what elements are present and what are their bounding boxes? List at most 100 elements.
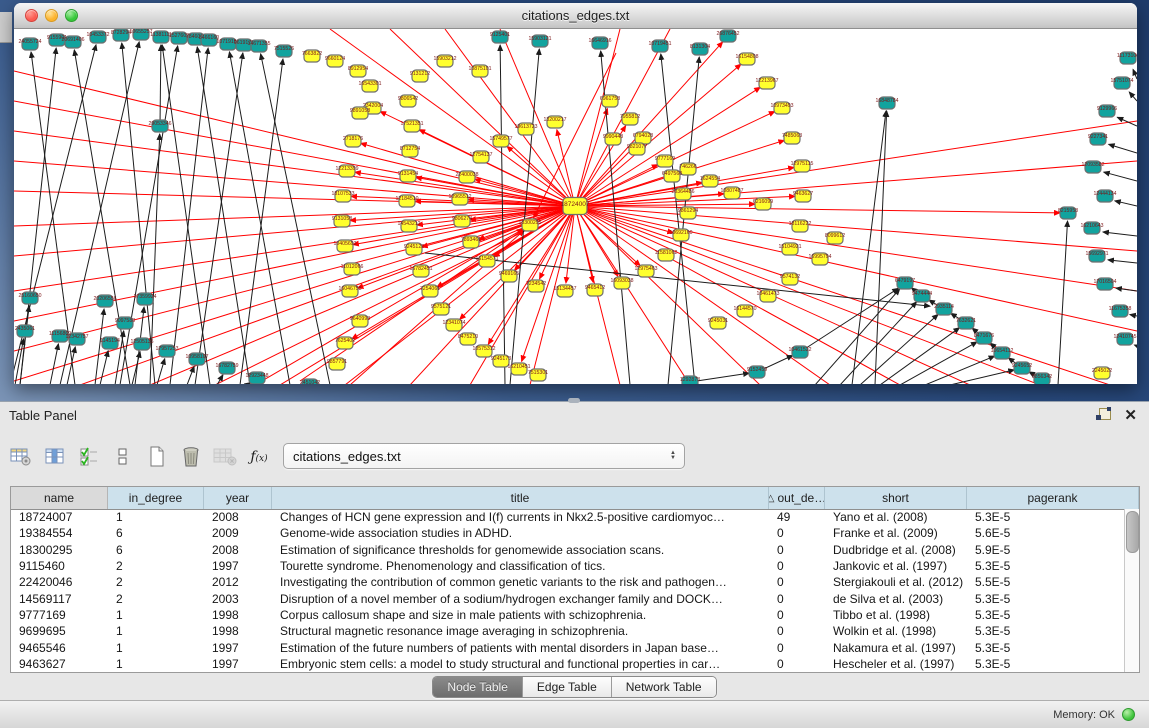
- cell-short[interactable]: Yano et al. (2008): [825, 510, 967, 524]
- cell-out_de[interactable]: 0: [769, 526, 825, 540]
- table-row[interactable]: 946362711997Embryonic stem cells: a mode…: [11, 656, 1124, 672]
- table-row[interactable]: 977716911998Corpus callosum shape and si…: [11, 607, 1124, 623]
- cell-year[interactable]: 1997: [204, 641, 272, 655]
- graph-edge[interactable]: [575, 206, 760, 384]
- column-header-pagerank[interactable]: pagerank: [967, 487, 1139, 509]
- cell-year[interactable]: 2008: [204, 510, 272, 524]
- column-header-title[interactable]: title: [272, 487, 769, 509]
- column-header-in_degree[interactable]: in_degree: [108, 487, 204, 509]
- cell-name[interactable]: 9777169: [11, 608, 108, 622]
- column-header-short[interactable]: short: [825, 487, 967, 509]
- cell-short[interactable]: Nakamura et al. (1997): [825, 641, 967, 655]
- tab-node-table[interactable]: Node Table: [433, 677, 523, 697]
- delete-table-icon[interactable]: [178, 444, 204, 470]
- cell-title[interactable]: Estimation of significance thresholds fo…: [272, 543, 769, 557]
- cell-out_de[interactable]: 0: [769, 575, 825, 589]
- cell-in_degree[interactable]: 1: [108, 657, 204, 671]
- table-settings-icon[interactable]: [8, 444, 34, 470]
- function-builder-icon[interactable]: ƒ(x): [246, 444, 272, 470]
- close-button[interactable]: [25, 9, 38, 22]
- cell-name[interactable]: 18724007: [11, 510, 108, 524]
- graph-edge[interactable]: [575, 206, 1137, 331]
- graph-edge[interactable]: [900, 342, 977, 384]
- cell-out_de[interactable]: 0: [769, 592, 825, 606]
- cell-title[interactable]: Genome-wide association studies in ADHD.: [272, 526, 769, 540]
- graph-edge[interactable]: [950, 370, 1014, 384]
- scrollbar-thumb[interactable]: [1126, 511, 1139, 553]
- graph-edge[interactable]: [120, 46, 178, 384]
- tab-edge-table[interactable]: Edge Table: [523, 677, 612, 697]
- cell-name[interactable]: 18300295: [11, 543, 108, 557]
- table-row[interactable]: 1830029562008Estimation of significance …: [11, 542, 1124, 558]
- cell-pagerank[interactable]: 5.5E-5: [967, 575, 1124, 589]
- graph-edge[interactable]: [1134, 345, 1137, 346]
- cell-year[interactable]: 2003: [204, 592, 272, 606]
- cell-in_degree[interactable]: 2: [108, 559, 204, 573]
- table-selector-dropdown[interactable]: citations_edges.txt ▲▼: [283, 443, 685, 469]
- cell-title[interactable]: Corpus callosum shape and size in male p…: [272, 608, 769, 622]
- graph-edge[interactable]: [925, 356, 995, 384]
- cell-title[interactable]: Tourette syndrome. Phenomenology and cla…: [272, 559, 769, 573]
- cell-year[interactable]: 1997: [204, 559, 272, 573]
- graph-edge[interactable]: [575, 109, 607, 206]
- table-row[interactable]: 1872400712008Changes of HCN gene express…: [11, 509, 1124, 525]
- cell-pagerank[interactable]: 5.3E-5: [967, 510, 1124, 524]
- network-canvas[interactable]: 2405572491559012069140610453372872829410…: [14, 29, 1137, 384]
- cell-short[interactable]: Stergiakouli et al. (2012): [825, 575, 967, 589]
- cell-out_de[interactable]: 0: [769, 559, 825, 573]
- cell-in_degree[interactable]: 6: [108, 526, 204, 540]
- cell-out_de[interactable]: 0: [769, 543, 825, 557]
- graph-edge[interactable]: [575, 206, 1040, 384]
- graph-edge[interactable]: [1133, 69, 1137, 79]
- close-panel-icon[interactable]: ✕: [1124, 408, 1137, 423]
- cell-in_degree[interactable]: 6: [108, 543, 204, 557]
- cell-name[interactable]: 9699695: [11, 624, 108, 638]
- column-header-out_de[interactable]: △out_de…: [769, 487, 825, 509]
- cell-in_degree[interactable]: 1: [108, 510, 204, 524]
- show-columns-icon[interactable]: [42, 444, 68, 470]
- cell-short[interactable]: Dudbridge et al. (2008): [825, 543, 967, 557]
- cell-pagerank[interactable]: 5.3E-5: [967, 624, 1124, 638]
- table-row[interactable]: 2242004622012Investigating the contribut…: [11, 574, 1124, 590]
- graph-edge[interactable]: [150, 206, 575, 384]
- cell-short[interactable]: Tibbo et al. (1998): [825, 608, 967, 622]
- graph-edge[interactable]: [1115, 201, 1137, 206]
- cell-in_degree[interactable]: 1: [108, 624, 204, 638]
- table-row[interactable]: 946554611997Estimation of the future num…: [11, 639, 1124, 655]
- graph-edge[interactable]: [1116, 288, 1137, 291]
- graph-edge[interactable]: [575, 206, 1137, 291]
- cell-in_degree[interactable]: 1: [108, 641, 204, 655]
- table-row[interactable]: 1456911722003Disruption of a novel membe…: [11, 590, 1124, 606]
- select-columns-icon[interactable]: [76, 444, 102, 470]
- cell-title[interactable]: Estimation of the future numbers of pati…: [272, 641, 769, 655]
- graph-edge[interactable]: [50, 344, 58, 384]
- cell-out_de[interactable]: 49: [769, 510, 825, 524]
- cell-pagerank[interactable]: 5.3E-5: [967, 592, 1124, 606]
- network-view-window[interactable]: citations_edges.txt 24055724915590120691…: [14, 3, 1137, 384]
- cell-year[interactable]: 2008: [204, 543, 272, 557]
- float-panel-icon[interactable]: [1096, 407, 1112, 423]
- cell-pagerank[interactable]: 5.3E-5: [967, 657, 1124, 671]
- cell-title[interactable]: Changes of HCN gene expression and I(f) …: [272, 510, 769, 524]
- cell-name[interactable]: 14569117: [11, 592, 108, 606]
- graph-edge[interactable]: [215, 206, 575, 384]
- cell-title[interactable]: Embryonic stem cells: a model to study s…: [272, 657, 769, 671]
- cell-in_degree[interactable]: 1: [108, 608, 204, 622]
- graph-edge[interactable]: [575, 161, 1137, 206]
- cell-year[interactable]: 1997: [204, 657, 272, 671]
- graph-edge[interactable]: [1104, 172, 1137, 181]
- graph-edge[interactable]: [1129, 92, 1137, 101]
- cell-year[interactable]: 2009: [204, 526, 272, 540]
- cell-in_degree[interactable]: 2: [108, 575, 204, 589]
- cell-pagerank[interactable]: 5.6E-5: [967, 526, 1124, 540]
- cell-out_de[interactable]: 0: [769, 624, 825, 638]
- cell-name[interactable]: 9465546: [11, 641, 108, 655]
- table-row[interactable]: 911546021997Tourette syndrome. Phenomeno…: [11, 558, 1124, 574]
- graph-edge[interactable]: [160, 45, 161, 126]
- window-titlebar[interactable]: citations_edges.txt: [14, 3, 1137, 29]
- cell-year[interactable]: 1998: [204, 608, 272, 622]
- cell-pagerank[interactable]: 5.3E-5: [967, 559, 1124, 573]
- cell-title[interactable]: Investigating the contribution of common…: [272, 575, 769, 589]
- graph-edge[interactable]: [240, 59, 283, 384]
- cell-title[interactable]: Structural magnetic resonance image aver…: [272, 624, 769, 638]
